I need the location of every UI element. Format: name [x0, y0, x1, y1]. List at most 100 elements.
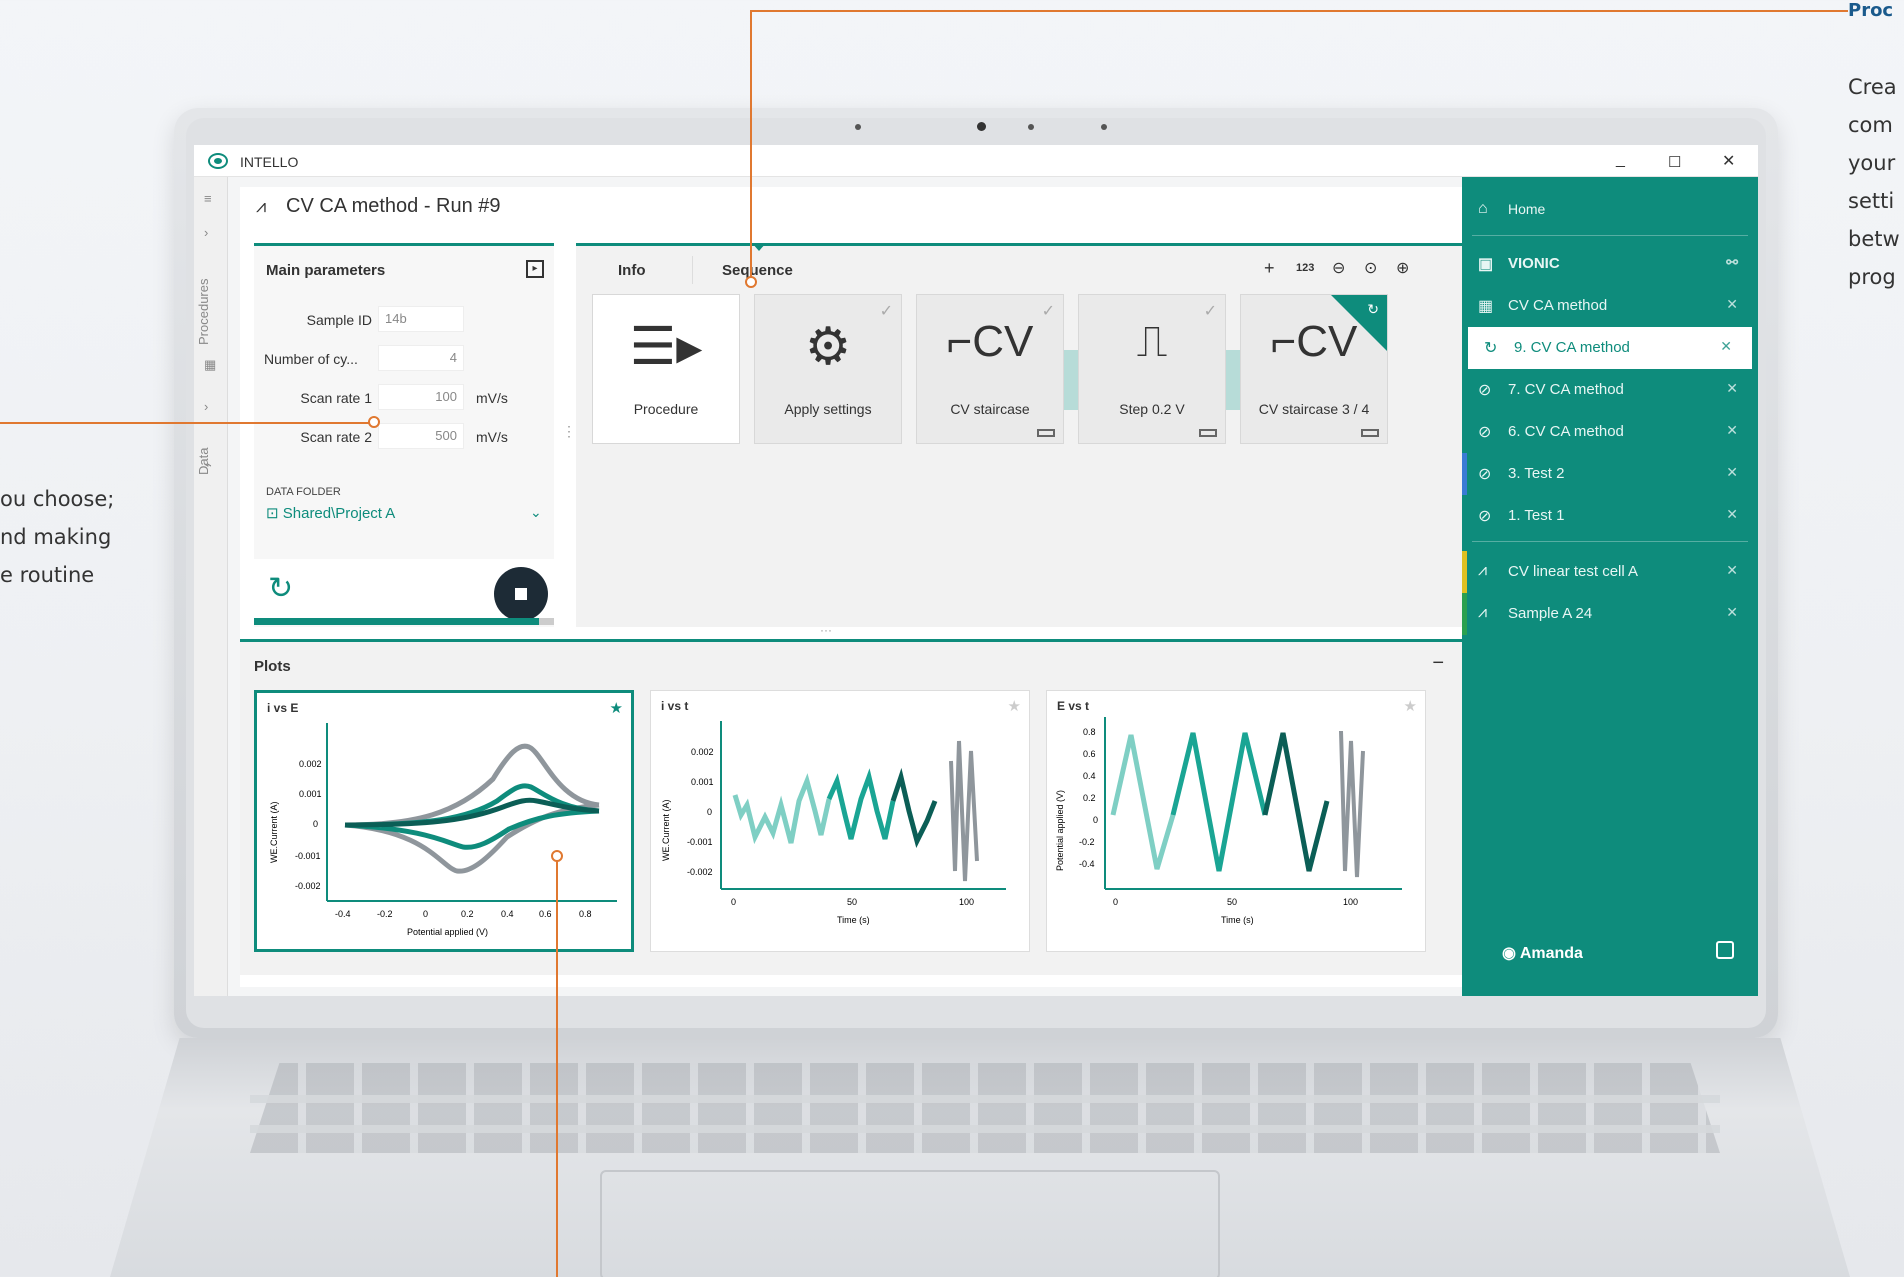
data-folder-select[interactable]: ⊡ Shared\Project A: [266, 504, 395, 522]
y-tick-label: 0.8: [1083, 727, 1096, 737]
card-label: Procedure: [633, 401, 699, 417]
sidebar-item-run-6[interactable]: ⊘ 6. CV CA method ✕: [1462, 411, 1758, 453]
sidebar-item-label: CV CA method: [1508, 297, 1608, 314]
sequence-card-step[interactable]: ✓ ⎍ Step 0.2 V: [1078, 294, 1226, 444]
panel-resize-handle[interactable]: ⋮: [562, 423, 576, 440]
close-icon[interactable]: ✕: [1726, 380, 1738, 397]
sidebar-data-cv-linear[interactable]: ⩘ CV linear test cell A ✕: [1462, 551, 1758, 593]
app-name: INTELLO: [240, 154, 299, 170]
callout-line: Crea: [1848, 75, 1897, 99]
card-label: CV staircase: [950, 401, 1030, 417]
user-profile[interactable]: ◉ Amanda: [1502, 943, 1583, 963]
tab-sequence[interactable]: Sequence: [722, 262, 793, 279]
callout-line-left: [0, 422, 374, 424]
sidebar-item-run-9[interactable]: ↻ 9. CV CA method ✕: [1468, 327, 1752, 369]
x-tick-label: 0: [731, 897, 736, 907]
stop-button[interactable]: [494, 567, 548, 621]
folder-share-icon: ⊡: [266, 505, 279, 522]
hamburger-icon[interactable]: ≡: [204, 191, 212, 206]
close-icon[interactable]: ✕: [1726, 296, 1738, 313]
check-circle-icon: ⊘: [1478, 382, 1492, 399]
x-tick-label: 0: [1113, 897, 1118, 907]
cv-staircase-icon: ⌐CV: [1270, 317, 1358, 366]
sidebar-data-sample-a24[interactable]: ⩘ Sample A 24 ✕: [1462, 593, 1758, 635]
y-axis-label: WE.Current (A): [269, 801, 279, 863]
x-tick-label: 0.6: [539, 909, 552, 919]
y-tick-label: -0.4: [1079, 859, 1095, 869]
panel-collapse-icon[interactable]: ▸: [526, 260, 544, 278]
close-icon[interactable]: ✕: [1726, 422, 1738, 439]
number-of-cycles-input[interactable]: 4: [378, 345, 464, 371]
card-label: CV staircase 3 / 4: [1258, 401, 1370, 417]
sidebar-item-label: 9. CV CA method: [1514, 339, 1630, 356]
card-label: Apply settings: [784, 401, 872, 417]
callout-line: nd making: [0, 525, 112, 549]
close-icon[interactable]: ✕: [1726, 604, 1738, 621]
chart-icon[interactable]: ⌁: [204, 457, 212, 473]
check-circle-icon: ⊘: [1478, 508, 1492, 525]
x-tick-label: 50: [1227, 897, 1237, 907]
callout-line: e routine: [0, 563, 95, 587]
zoom-icon: ⊙: [1364, 260, 1378, 277]
tab-info[interactable]: Info: [618, 262, 646, 279]
procedures-tab[interactable]: Procedures: [196, 279, 211, 345]
sidebar-item-run-7[interactable]: ⊘ 7. CV CA method ✕: [1462, 369, 1758, 411]
sequence-card-cv-staircase-running[interactable]: ↻ ⌐CV CV staircase 3 / 4: [1240, 294, 1388, 444]
sidebar-device-vionic[interactable]: ▣ VIONIC ⚯: [1462, 243, 1758, 285]
intello-logo-icon: [208, 153, 228, 169]
close-icon[interactable]: ✕: [1720, 338, 1732, 355]
plot-e-vs-t[interactable]: E vs t ★ 0.8 0.6 0.4 0.2 0 -0.2 -0.4 0 5…: [1046, 690, 1426, 952]
y-axis-label: Potential applied (V): [1055, 790, 1065, 871]
zoom-in-button[interactable]: ⊕: [1396, 258, 1409, 278]
color-bar: [1462, 593, 1467, 635]
zoom-in-icon: ⊕: [1396, 260, 1410, 277]
grid-icon[interactable]: ▦: [204, 357, 216, 373]
sidebar-item-test-2[interactable]: ⊘ 3. Test 2 ✕: [1462, 453, 1758, 495]
sample-id-input[interactable]: 14b: [378, 306, 464, 332]
logout-icon[interactable]: [1716, 941, 1734, 959]
scan-rate-2-label: Scan rate 2: [300, 429, 372, 445]
sequence-link: [1226, 350, 1240, 410]
zoom-out-button[interactable]: ⊖: [1332, 258, 1345, 278]
close-button[interactable]: ✕: [1722, 151, 1735, 171]
bezel-dot: [855, 124, 861, 130]
chevron-down-icon[interactable]: ⌄: [530, 504, 542, 521]
panel-resize-handle[interactable]: ···: [820, 623, 832, 637]
close-icon[interactable]: ✕: [1726, 464, 1738, 481]
disconnect-icon[interactable]: ⚯: [1726, 254, 1738, 271]
x-tick-label: 0.4: [501, 909, 514, 919]
sidebar-item-home[interactable]: ⌂ Home: [1462, 189, 1758, 231]
data-table-icon: [1037, 429, 1055, 437]
zoom-fit-button[interactable]: ⊙: [1364, 258, 1377, 278]
color-bar: [1462, 551, 1467, 593]
sequence-card-cv-staircase[interactable]: ✓ ⌐CV CV staircase: [916, 294, 1064, 444]
y-tick-label: 0.2: [1083, 793, 1096, 803]
run-progress-bar: [254, 618, 554, 625]
line-chart-icon: ⩘: [1478, 604, 1488, 621]
sidebar-item-cv-ca-method[interactable]: ▦ CV CA method ✕: [1462, 285, 1758, 327]
run-controls: ↻: [254, 559, 554, 625]
sequence-card-apply-settings[interactable]: ✓ ⚙ Apply settings: [754, 294, 902, 444]
maximize-button[interactable]: ☐: [1668, 153, 1681, 171]
close-icon[interactable]: ✕: [1726, 506, 1738, 523]
numbering-button[interactable]: 123: [1296, 262, 1314, 274]
callout-line: betw: [1848, 227, 1900, 251]
chevron-right-icon[interactable]: ›: [204, 225, 208, 240]
scan-rate-2-input[interactable]: 500: [378, 423, 464, 449]
add-step-button[interactable]: +: [1264, 258, 1275, 279]
grid-icon: ▦: [1478, 298, 1494, 315]
minimize-plots-button[interactable]: −: [1432, 652, 1444, 675]
plot-i-vs-e[interactable]: i vs E ★ 0.002 0.001 0 -0.001 -0.002 -0.…: [254, 690, 634, 952]
plot-i-vs-t[interactable]: i vs t ★ 0.002 0.001 0 -0.001 -0.002 0 5…: [650, 690, 1030, 952]
minimize-button[interactable]: _: [1616, 151, 1625, 169]
sidebar-item-label: 1. Test 1: [1508, 507, 1565, 524]
chevron-right-icon[interactable]: ›: [204, 399, 208, 414]
callout-dot: [551, 850, 563, 862]
sidebar-item-test-1[interactable]: ⊘ 1. Test 1 ✕: [1462, 495, 1758, 537]
potential-trace-2: [1170, 732, 1268, 872]
sequence-card-procedure[interactable]: ☰▸ Procedure: [592, 294, 740, 444]
close-icon[interactable]: ✕: [1726, 562, 1738, 579]
y-tick-label: 0.6: [1083, 749, 1096, 759]
scan-rate-1-input[interactable]: 100: [378, 384, 464, 410]
touchpad: [600, 1170, 1220, 1277]
